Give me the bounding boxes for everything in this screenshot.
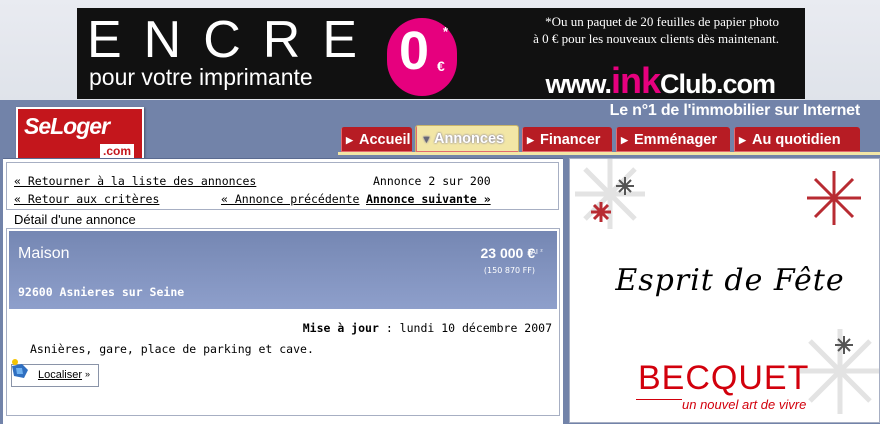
section-title: Détail d'une annonce [14,212,136,227]
next-listing-link[interactable]: Annonce suivante » [366,192,491,206]
tab-label: Accueil [359,132,411,148]
localiser-button[interactable]: Localiser » [11,359,99,387]
promo-line-2: à 0 € pour les nouveaux clients dès main… [533,31,779,46]
back-to-list-link[interactable]: « Retourner à la liste des annonces [14,174,256,188]
tab-underline [338,152,880,155]
banner-subline: pour votre imprimante [89,64,313,90]
listing-header: Maison 23 000 € FAI ² (150 870 FF) 92600… [9,231,557,309]
tab-label: Au quotidien [752,132,841,148]
banner-headline: ENCRE [87,11,380,69]
url-suffix: Club.com [659,69,776,99]
becquet-tagline: un nouvel art de vivre [682,397,807,412]
price-fai-note: FAI ² [527,248,543,256]
tab-annonces[interactable]: ▼ Annonces [415,125,519,152]
price-francs: (150 870 FF) [483,266,535,275]
logo-main-text: SeLoger [24,113,110,139]
url-prefix: www. [545,69,612,99]
listing-navigation: « Retourner à la liste des annonces Anno… [6,162,559,210]
zero-price-badge: 0 * € [387,18,457,96]
promo-line-1: *Ou un paquet de 20 feuilles de papier p… [545,14,779,29]
property-type: Maison [18,245,70,262]
main-panel: « Retourner à la liste des annonces Anno… [3,158,563,424]
tab-arrow-icon: ▶ [527,135,534,145]
logo-com-text: .com [99,144,134,158]
becquet-logo: BECQUET [638,359,810,397]
url-brand: ink [610,60,661,99]
map-pin-icon [12,359,28,378]
inkclub-banner-ad[interactable]: ENCRE pour votre imprimante 0 * € *Ou un… [77,8,805,99]
tab-label: Financer [540,132,601,148]
tab-arrow-down-icon: ▼ [421,134,432,146]
tab-label: Annonces [434,131,505,147]
listing-detail: Maison 23 000 € FAI ² (150 870 FF) 92600… [6,228,560,416]
zero-star: * [443,24,449,39]
zero-price: 0 [399,21,430,81]
ad-headline: Esprit de Fête [615,263,845,298]
tab-arrow-icon: ▶ [739,135,746,145]
banner-promo: *Ou un paquet de 20 feuilles de papier p… [479,13,779,47]
site-tagline: Le n°1 de l'immobilier sur Internet [609,102,861,119]
becquet-side-ad[interactable]: Esprit de Fête BECQUET un nouvel art de … [569,158,880,423]
property-description: Asnières, gare, place de parking et cave… [30,342,314,356]
inkclub-logo: www.inkClub.com [545,60,776,99]
previous-listing-link[interactable]: « Annonce précédente [221,192,359,206]
tab-label: Emménager [634,132,718,148]
euro-sign: € [437,58,445,74]
listing-counter: Annonce 2 sur 200 [373,174,491,188]
property-city: 92600 Asnieres sur Seine [18,285,185,299]
tab-financer[interactable]: ▶ Financer [522,127,612,152]
tab-au-quotidien[interactable]: ▶ Au quotidien [734,127,860,152]
tab-arrow-icon: ▶ [621,135,628,145]
localiser-arrow: » [85,369,91,379]
tab-arrow-icon: ▶ [346,135,353,145]
becquet-underline [636,399,682,400]
update-value: : lundi 10 décembre 2007 [385,321,552,335]
localiser-label: Localiser [38,369,83,381]
update-label: Mise à jour [302,321,379,335]
seloger-logo[interactable]: SeLoger .com [16,107,144,163]
tab-emmenager[interactable]: ▶ Emménager [616,127,730,152]
update-date: Mise à jour : lundi 10 décembre 2007 [303,321,552,335]
back-to-criteria-link[interactable]: « Retour aux critères [14,192,159,206]
tab-accueil[interactable]: ▶ Accueil [341,127,412,152]
